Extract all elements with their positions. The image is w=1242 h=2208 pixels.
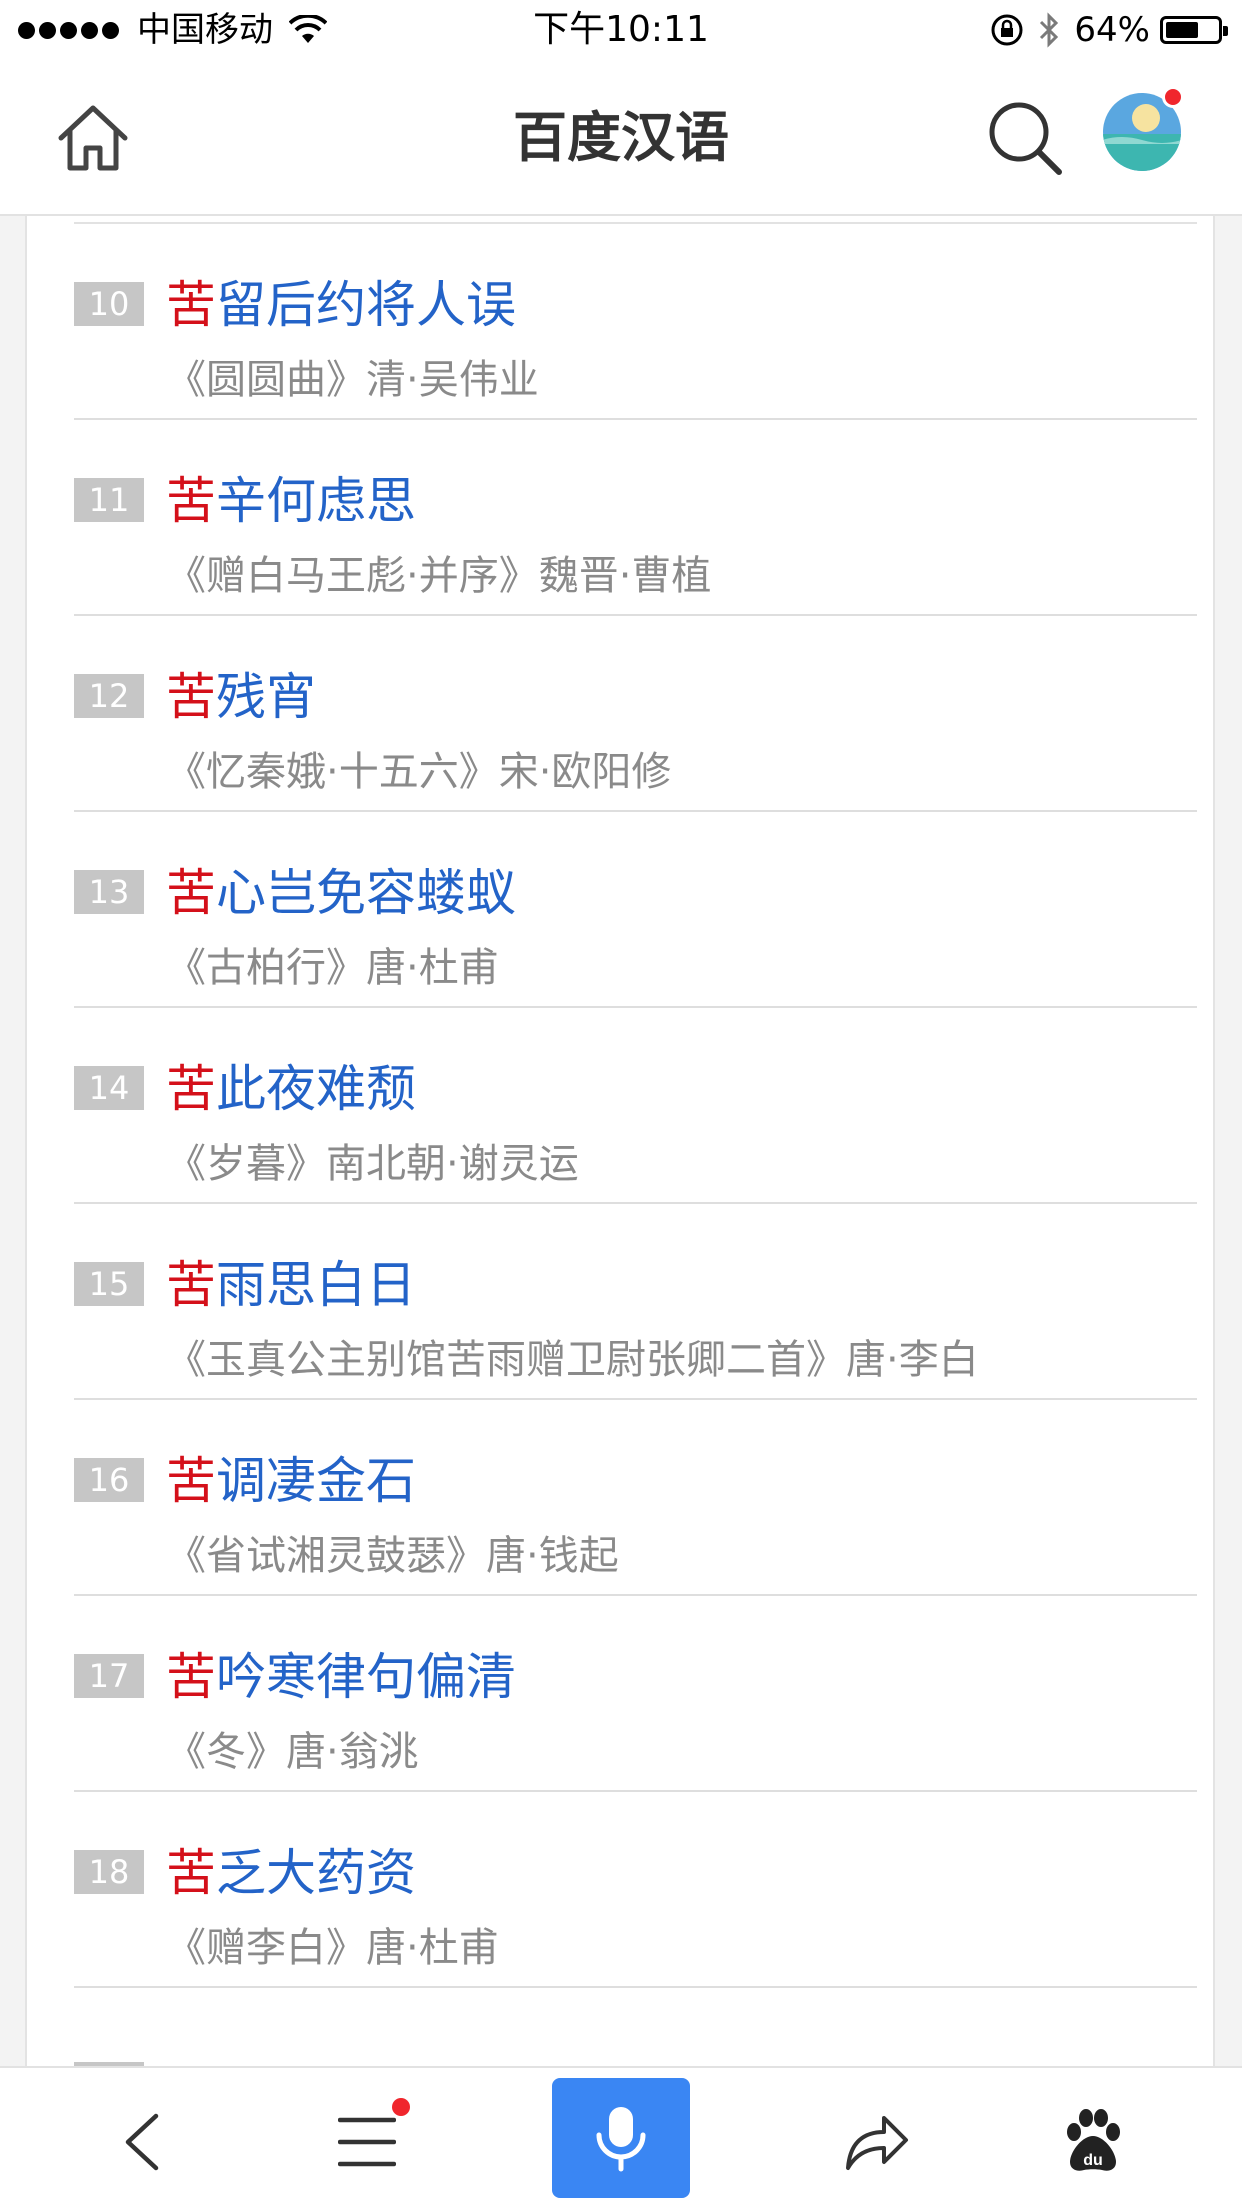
poem-line-text: 雨思白日 (216, 1256, 416, 1314)
menu-notification-dot (392, 2098, 410, 2116)
poem-line-text: 辛何虑思 (216, 472, 416, 530)
poem-line-link[interactable]: 苦吟寒律句偏清 (166, 1646, 516, 1708)
poem-line-text: 留后约将人误 (216, 276, 516, 334)
poem-line-link[interactable]: 苦乏大药资 (166, 1842, 416, 1904)
bottom-toolbar: du (0, 2066, 1242, 2208)
poem-line-link[interactable]: 苦雨思白日 (166, 1254, 416, 1316)
poem-line-text: 此夜难颓 (216, 1060, 416, 1118)
poem-line-link[interactable]: 苦辛何虑思 (166, 470, 416, 532)
poem-source: 《圆圆曲》清·吴伟业 (166, 357, 539, 403)
poem-line-text: 吟寒律句偏清 (216, 1648, 516, 1706)
poem-list: 10 苦留后约将人误 《圆圆曲》清·吴伟业 11 苦辛何虑思 《赠白马王彪·并序… (74, 224, 1197, 1988)
poem-list-card: 10 苦留后约将人误 《圆圆曲》清·吴伟业 11 苦辛何虑思 《赠白马王彪·并序… (25, 216, 1215, 2068)
highlighted-char: 苦 (166, 472, 216, 530)
rank-badge: 11 (74, 478, 144, 522)
poem-source: 《赠白马王彪·并序》魏晋·曹植 (166, 553, 712, 599)
list-item[interactable]: 13 苦心岂免容蝼蚁 《古柏行》唐·杜甫 (74, 812, 1197, 1008)
rank-badge: 16 (74, 1458, 144, 1502)
rank-badge: 14 (74, 1066, 144, 1110)
poem-source: 《冬》唐·翁洮 (166, 1729, 419, 1775)
app-header: 百度汉语 (0, 62, 1242, 216)
poem-line-link[interactable]: 苦调凄金石 (166, 1450, 416, 1512)
highlighted-char: 苦 (166, 1452, 216, 1510)
list-item[interactable]: 15 苦雨思白日 《玉真公主别馆苦雨赠卫尉张卿二首》唐·李白 (74, 1204, 1197, 1400)
status-bar: 中国移动 下午10:11 64% (0, 0, 1242, 62)
list-item[interactable]: 17 苦吟寒律句偏清 《冬》唐·翁洮 (74, 1596, 1197, 1792)
battery-percent: 64% (1074, 10, 1150, 50)
poem-line-text: 心岂免容蝼蚁 (216, 864, 516, 922)
rank-badge: 12 (74, 674, 144, 718)
poem-source: 《忆秦娥·十五六》宋·欧阳修 (166, 749, 672, 795)
list-item[interactable]: 14 苦此夜难颓 《岁暮》南北朝·谢灵运 (74, 1008, 1197, 1204)
poem-line-link[interactable]: 苦留后约将人误 (166, 274, 516, 336)
poem-source: 《省试湘灵鼓瑟》唐·钱起 (166, 1533, 619, 1579)
highlighted-char: 苦 (166, 1256, 216, 1314)
poem-line-link[interactable]: 苦心岂免容蝼蚁 (166, 862, 516, 924)
list-item[interactable]: 10 苦留后约将人误 《圆圆曲》清·吴伟业 (74, 224, 1197, 420)
list-item[interactable]: 11 苦辛何虑思 《赠白马王彪·并序》魏晋·曹植 (74, 420, 1197, 616)
rank-badge: 15 (74, 1262, 144, 1306)
microphone-icon (596, 2107, 646, 2172)
poem-source: 《玉真公主别馆苦雨赠卫尉张卿二首》唐·李白 (166, 1337, 979, 1383)
rank-badge: 18 (74, 1850, 144, 1894)
poem-source: 《岁暮》南北朝·谢灵运 (166, 1141, 579, 1187)
back-icon[interactable] (118, 2112, 168, 2172)
poem-line-text: 调凄金石 (216, 1452, 416, 1510)
rank-badge: 10 (74, 282, 144, 326)
svg-text:du: du (1083, 2152, 1103, 2169)
poem-line-link[interactable]: 苦残宵 (166, 666, 316, 728)
highlighted-char: 苦 (166, 1648, 216, 1706)
poem-line-text: 残宵 (216, 668, 316, 726)
rank-badge: 13 (74, 870, 144, 914)
list-item[interactable]: 16 苦调凄金石 《省试湘灵鼓瑟》唐·钱起 (74, 1400, 1197, 1596)
voice-search-button[interactable] (552, 2078, 690, 2198)
search-icon[interactable] (985, 98, 1065, 178)
highlighted-char: 苦 (166, 276, 216, 334)
baidu-paw-icon[interactable]: du (1060, 2108, 1126, 2174)
rank-badge: 17 (74, 1654, 144, 1698)
battery-icon (1160, 16, 1228, 44)
bluetooth-icon (1040, 12, 1059, 48)
notification-dot (1162, 86, 1184, 108)
poem-source: 《赠李白》唐·杜甫 (166, 1925, 499, 1971)
poem-line-link[interactable]: 苦此夜难颓 (166, 1058, 416, 1120)
poem-line-text: 乏大药资 (216, 1844, 416, 1902)
list-item[interactable]: 18 苦乏大药资 《赠李白》唐·杜甫 (74, 1792, 1197, 1988)
highlighted-char: 苦 (166, 1844, 216, 1902)
list-item[interactable]: 12 苦残宵 《忆秦娥·十五六》宋·欧阳修 (74, 616, 1197, 812)
poem-source: 《古柏行》唐·杜甫 (166, 945, 499, 991)
status-right: 64% (990, 8, 1228, 52)
highlighted-char: 苦 (166, 864, 216, 922)
menu-icon[interactable] (338, 2114, 396, 2170)
highlighted-char: 苦 (166, 668, 216, 726)
highlighted-char: 苦 (166, 1060, 216, 1118)
share-icon[interactable] (842, 2112, 910, 2172)
rotation-lock-icon (991, 14, 1023, 46)
battery-fill (1166, 22, 1198, 38)
